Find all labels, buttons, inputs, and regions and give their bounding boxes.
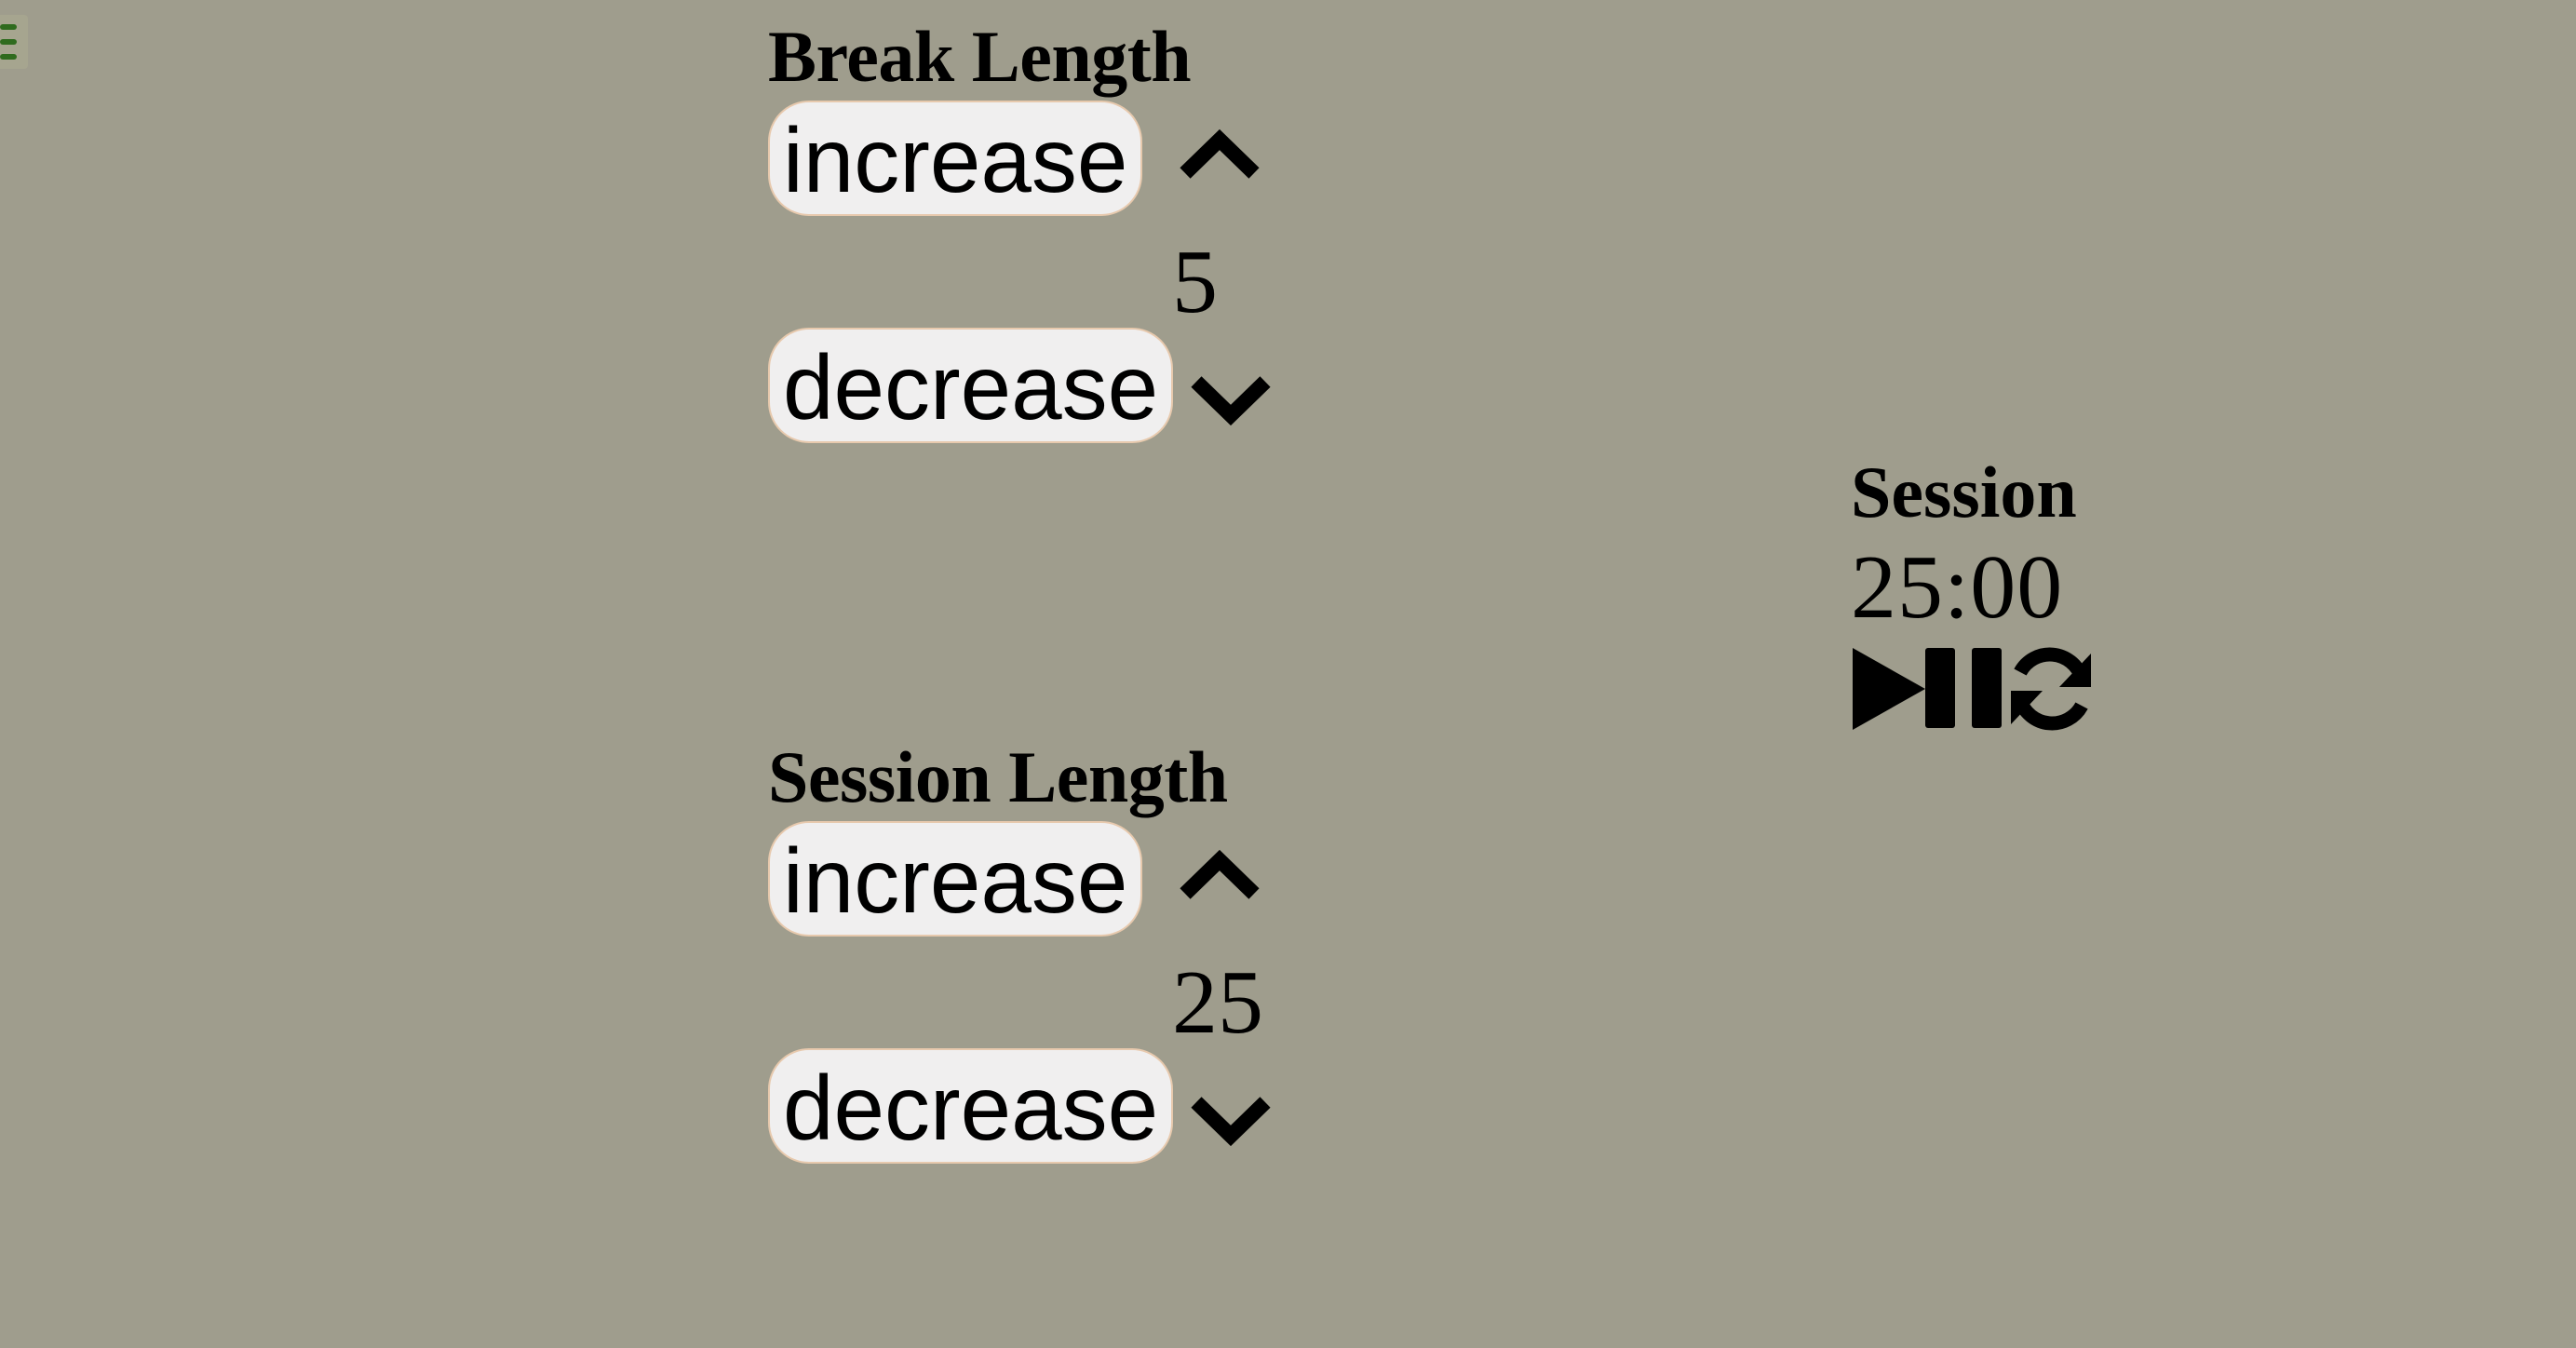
session-increment-button[interactable]: increase (768, 821, 1143, 937)
chevron-up-icon[interactable] (1178, 127, 1261, 189)
chevron-down-icon[interactable] (1189, 1091, 1273, 1153)
time-left: 25:00 (1851, 537, 2064, 638)
timer-label: Session (1851, 452, 2077, 532)
session-length-title: Session Length (768, 736, 1228, 817)
break-increment-row: increase (768, 101, 1260, 222)
break-decrement-button[interactable]: decrease (768, 328, 1174, 443)
break-length-title: Break Length (768, 16, 1192, 97)
session-length-control: Session Length increase 25 decrease (768, 736, 1271, 1164)
menu-button[interactable] (0, 15, 28, 69)
play-icon[interactable] (1851, 646, 1927, 736)
break-decrement-row: decrease (768, 328, 1327, 449)
break-increment-button[interactable]: increase (768, 101, 1143, 216)
session-length-value: 25 (1172, 952, 1263, 1053)
timer-controls (1851, 646, 2093, 732)
session-decrement-button[interactable]: decrease (768, 1048, 1174, 1164)
chevron-up-icon[interactable] (1178, 847, 1261, 910)
pause-icon[interactable] (1922, 646, 2005, 736)
timer-display: Session 25:00 (1851, 452, 2077, 638)
session-increment-row: increase (768, 821, 1260, 942)
chevron-down-icon[interactable] (1189, 371, 1273, 433)
refresh-icon[interactable] (2007, 646, 2095, 736)
break-length-value: 5 (1172, 232, 1218, 332)
break-length-control: Break Length increase 5 decrease (768, 16, 1271, 443)
session-decrement-row: decrease (768, 1048, 1327, 1169)
